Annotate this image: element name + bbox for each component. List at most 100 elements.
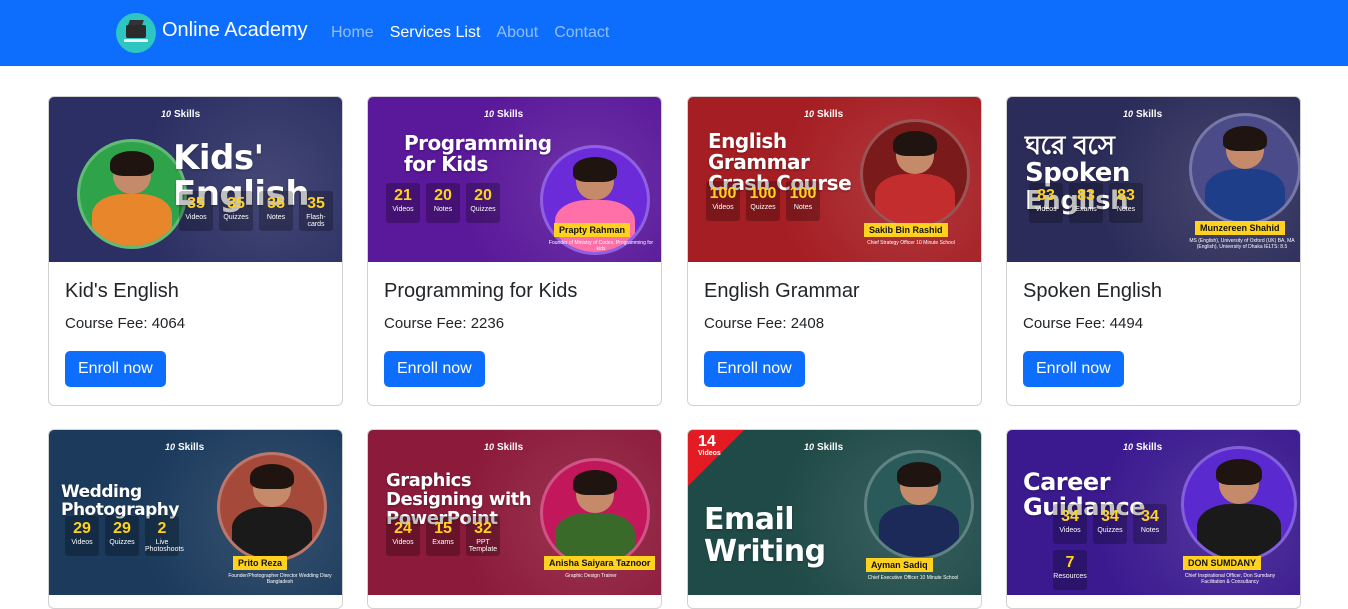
thumbnail-headline: Programming for Kids bbox=[404, 131, 552, 176]
ten-minute-school-logo: 10 bbox=[804, 109, 815, 119]
course-card: 10 Skills Graphics Designing with PowerPoi… bbox=[367, 429, 662, 609]
course-card: 10 Skills ঘরে বসে Spoken English 83 Videos 83… bbox=[1006, 96, 1301, 406]
academy-logo-icon bbox=[116, 13, 156, 53]
nav-contact[interactable]: Contact bbox=[554, 24, 609, 42]
instructor-photo bbox=[540, 145, 650, 255]
skills-label: Skills bbox=[1136, 442, 1163, 453]
thumbnail-stats: 29 Videos 29 Quizzes 2 Live Photoshoots bbox=[65, 516, 184, 556]
skills-label: Skills bbox=[817, 109, 844, 120]
thumbnail-stats: 21 Videos 20 Notes 20 Quizzes bbox=[386, 183, 500, 223]
stat-box: 100 Videos bbox=[706, 181, 740, 221]
stat-number: 15 bbox=[434, 520, 452, 537]
course-thumbnail: 10 Skills Career Guidance 34 Videos 34 Quizzes… bbox=[1007, 430, 1300, 595]
course-fee: Course Fee: 4064 bbox=[65, 315, 186, 332]
course-fee: Course Fee: 4494 bbox=[1023, 315, 1144, 332]
thumbnail-brand-tag: 10 Skills bbox=[1123, 109, 1162, 120]
instructor-name-tag: Sakib Bin Rashid bbox=[864, 223, 948, 237]
stat-label: Quizzes bbox=[223, 214, 249, 221]
stat-box: 29 Quizzes bbox=[105, 516, 139, 556]
stat-number: 7 bbox=[1065, 554, 1075, 571]
stat-number: 24 bbox=[394, 520, 412, 537]
enroll-now-button[interactable]: Enroll now bbox=[1023, 351, 1124, 387]
stat-number: 35 bbox=[227, 195, 245, 212]
stat-box: 34 Notes bbox=[1133, 504, 1167, 544]
brand-name: Online Academy bbox=[162, 18, 308, 41]
nav-links: Home Services List About Contact bbox=[331, 24, 625, 42]
stat-box: 20 Quizzes bbox=[466, 183, 500, 223]
skills-label: Skills bbox=[1136, 109, 1163, 120]
nav-services-list[interactable]: Services List bbox=[390, 24, 481, 42]
course-card: 10 Skills English Grammar Crash Course 100 V… bbox=[687, 96, 982, 406]
instructor-photo bbox=[540, 458, 650, 568]
course-fee: Course Fee: 2408 bbox=[704, 315, 825, 332]
instructor-subtitle: Founder/Photographer Director Wedding Di… bbox=[228, 573, 332, 585]
stat-label: Videos bbox=[392, 206, 414, 213]
instructor-name-tag: Prapty Rahman bbox=[554, 223, 631, 237]
instructor-photo bbox=[1181, 446, 1297, 562]
stat-label: Videos bbox=[71, 539, 93, 546]
stat-label: PPT Template bbox=[468, 539, 498, 553]
stat-label: Notes bbox=[433, 206, 453, 213]
instructor-photo bbox=[217, 452, 327, 562]
thumbnail-stats: 100 Videos 100 Quizzes 100 Notes bbox=[706, 181, 820, 221]
stat-number: 100 bbox=[709, 185, 737, 202]
stat-box: 100 Notes bbox=[786, 181, 820, 221]
stat-box: 83 Exams bbox=[1069, 183, 1103, 223]
card-body: English Grammar Course Fee: 2408 Enroll no… bbox=[688, 262, 981, 405]
stat-number: 32 bbox=[474, 520, 492, 537]
stat-number: 34 bbox=[1061, 508, 1079, 525]
stat-label: Quizzes bbox=[1097, 527, 1123, 534]
course-title: Programming for Kids bbox=[384, 280, 578, 302]
stat-label: Videos bbox=[1059, 527, 1081, 534]
stat-box: 34 Videos bbox=[1053, 504, 1087, 544]
stat-box: 2 Live Photoshoots bbox=[145, 516, 184, 556]
stat-box: 35 Flash-cards bbox=[299, 191, 333, 231]
stat-box: 35 Videos bbox=[179, 191, 213, 231]
stat-box: 35 Notes bbox=[259, 191, 293, 231]
stat-number: 20 bbox=[474, 187, 492, 204]
skills-label: Skills bbox=[178, 442, 205, 453]
stat-number: 100 bbox=[789, 185, 817, 202]
enroll-now-button[interactable]: Enroll now bbox=[65, 351, 166, 387]
card-body: Programming for Kids Course Fee: 2236 Enro… bbox=[368, 262, 661, 405]
instructor-name-tag: Ayman Sadiq bbox=[866, 558, 933, 572]
stat-number: 83 bbox=[1077, 187, 1095, 204]
course-card: 10 Skills Career Guidance 34 Videos 34 Quizzes… bbox=[1006, 429, 1301, 609]
stat-box: 83 Videos bbox=[1029, 183, 1063, 223]
stat-box: 15 Exams bbox=[426, 516, 460, 556]
stat-box: 21 Videos bbox=[386, 183, 420, 223]
stat-label: Videos bbox=[1035, 206, 1057, 213]
corner-number: 14 bbox=[698, 433, 716, 450]
instructor-subtitle: Chief Strategy Officer 10 Minute School bbox=[867, 240, 955, 246]
thumbnail-brand-tag: 10 Skills bbox=[484, 442, 523, 453]
course-fee: Course Fee: 2236 bbox=[384, 315, 505, 332]
ten-minute-school-logo: 10 bbox=[484, 109, 495, 119]
course-title: English Grammar bbox=[704, 280, 860, 302]
course-thumbnail: 10 Skills ঘরে বসে Spoken English 83 Videos 83… bbox=[1007, 97, 1300, 262]
instructor-photo bbox=[864, 450, 974, 560]
stat-number: 34 bbox=[1101, 508, 1119, 525]
stat-number: 35 bbox=[187, 195, 205, 212]
ten-minute-school-logo: 10 bbox=[161, 109, 172, 119]
course-thumbnail: 10 Skills Email Writing 14 Videos Ayman Sadiq… bbox=[688, 430, 981, 595]
stat-box: 100 Quizzes bbox=[746, 181, 780, 221]
enroll-now-button[interactable]: Enroll now bbox=[384, 351, 485, 387]
thumbnail-stats: 34 Videos 34 Quizzes 34 Notes 7 Resources bbox=[1053, 504, 1173, 590]
corner-label: Videos bbox=[698, 450, 721, 457]
thumbnail-headline: Email Writing bbox=[704, 502, 826, 569]
thumbnail-brand-tag: 10 Skills bbox=[804, 109, 843, 120]
stat-number: 35 bbox=[307, 195, 325, 212]
stat-box: 35 Quizzes bbox=[219, 191, 253, 231]
instructor-photo bbox=[1189, 113, 1300, 225]
stat-label: Quizzes bbox=[750, 204, 776, 211]
course-thumbnail: 10 Skills Wedding Photography 29 Videos 29 Qui… bbox=[49, 430, 342, 595]
stat-number: 83 bbox=[1117, 187, 1135, 204]
stat-number: 34 bbox=[1141, 508, 1159, 525]
nav-home[interactable]: Home bbox=[331, 24, 374, 42]
enroll-now-button[interactable]: Enroll now bbox=[704, 351, 805, 387]
course-card: 10 Skills Kids' English 35 Videos 35 Quizzes 35… bbox=[48, 96, 343, 406]
card-body: Spoken English Course Fee: 4494 Enroll now bbox=[1007, 262, 1300, 405]
brand-link[interactable]: Online Academy bbox=[116, 13, 308, 53]
stat-label: Videos bbox=[712, 204, 734, 211]
nav-about[interactable]: About bbox=[496, 24, 538, 42]
